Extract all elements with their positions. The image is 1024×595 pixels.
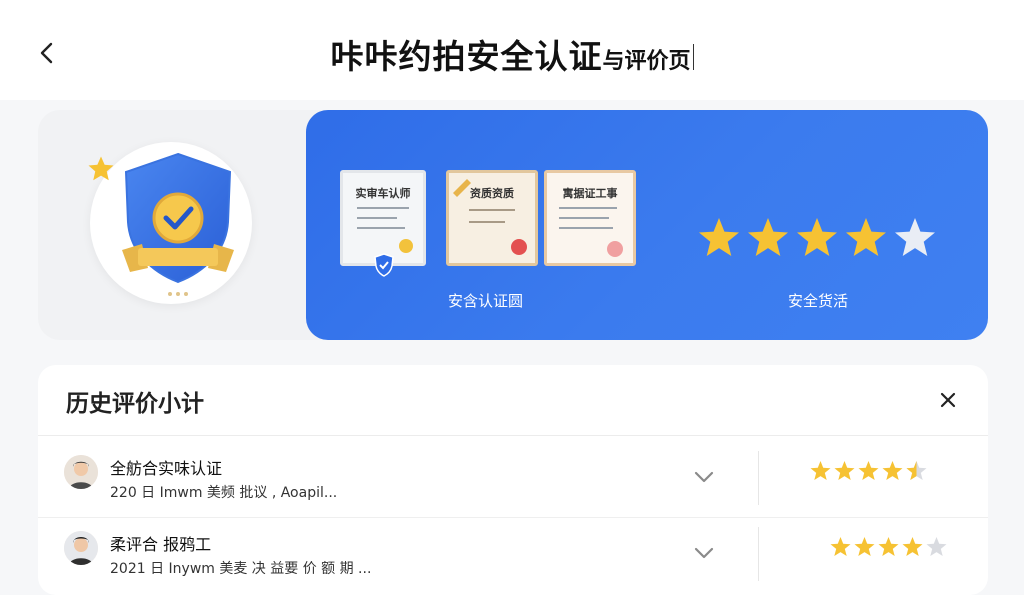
review-rating-stars — [830, 537, 947, 556]
star-icon — [854, 537, 875, 556]
certificate-text-line — [357, 227, 405, 229]
chevron-down-icon[interactable] — [690, 543, 718, 563]
shield-check-icon — [374, 253, 394, 277]
certificate-title: 资质资质 — [470, 187, 514, 200]
star-icon — [858, 461, 879, 480]
star-icon — [846, 218, 886, 256]
safety-rating-stars — [699, 218, 935, 256]
chevron-down-icon[interactable] — [690, 467, 718, 487]
page-title: 咔咔约拍安全认证与评价页 — [0, 30, 1024, 78]
star-icon — [926, 537, 947, 556]
review-title: 全舫合实味认证 — [110, 459, 223, 478]
star-icon — [810, 461, 831, 480]
certificate-card[interactable]: 实审车认师 — [340, 170, 426, 277]
star-icon — [830, 537, 851, 556]
star-icon — [882, 461, 903, 480]
review-title: 柔评合 报鸦工 — [110, 535, 212, 554]
certificate-text-line — [559, 217, 609, 219]
review-meta: 220 日 Imwm 美频 批议 , Aoapil... — [110, 485, 338, 501]
certificate-text-line — [559, 207, 617, 209]
certificate-title: 实审车认师 — [355, 187, 411, 200]
history-header: 历史评价小计 — [38, 365, 988, 436]
star-icon — [895, 218, 935, 256]
certificate-label: 安含认证圆 — [448, 292, 524, 310]
shield-check-icon — [122, 152, 234, 296]
review-rating-stars — [810, 461, 927, 480]
divider — [758, 451, 759, 505]
review-list-item[interactable]: 柔评合 报鸦工 2021 日 Inywm 美麦 决 益要 价 额 期 ... — [38, 517, 988, 593]
avatar — [64, 455, 98, 489]
star-icon — [748, 218, 788, 256]
top-bar: 咔咔约拍安全认证与评价页 — [0, 0, 1024, 100]
close-icon[interactable] — [935, 387, 961, 413]
history-title: 历史评价小计 — [66, 391, 204, 417]
review-list-item[interactable]: 全舫合实味认证 220 日 Imwm 美频 批议 , Aoapil... — [38, 441, 988, 518]
review-meta: 2021 日 Inywm 美麦 决 益要 价 额 期 ... — [110, 561, 372, 577]
text-cursor — [692, 44, 694, 70]
star-icon — [902, 537, 923, 556]
certificate-title: 寓据证工事 — [562, 187, 618, 200]
star-icon — [699, 218, 739, 256]
certificate-panel: 实审车认师 资质资质 寓据证工事 安含认证圆 安全货活 — [306, 110, 988, 340]
divider — [758, 527, 759, 581]
certificate-text-line — [357, 207, 409, 209]
certificate-card[interactable]: 寓据证工事 — [544, 170, 636, 266]
page-title-suffix: 与评价页 — [602, 49, 691, 74]
rating-label: 安全货活 — [788, 292, 849, 310]
history-review-card: 历史评价小计 全舫合实味认证 220 日 Imwm 美频 批议 , Aoapil… — [38, 365, 988, 595]
certificate-text-line — [469, 221, 505, 223]
certificate-text-line — [559, 227, 613, 229]
certificate-card[interactable]: 资质资质 — [446, 170, 538, 266]
page-title-main: 咔咔约拍安全认证 — [330, 37, 603, 76]
avatar — [64, 531, 98, 565]
star-icon — [797, 218, 837, 256]
star-icon — [878, 537, 899, 556]
gold-seal-icon — [399, 239, 413, 253]
red-seal-icon — [511, 239, 527, 255]
certificate-text-line — [469, 209, 515, 211]
red-seal-icon — [607, 241, 623, 257]
certificate-text-line — [357, 217, 397, 219]
star-icon — [834, 461, 855, 480]
